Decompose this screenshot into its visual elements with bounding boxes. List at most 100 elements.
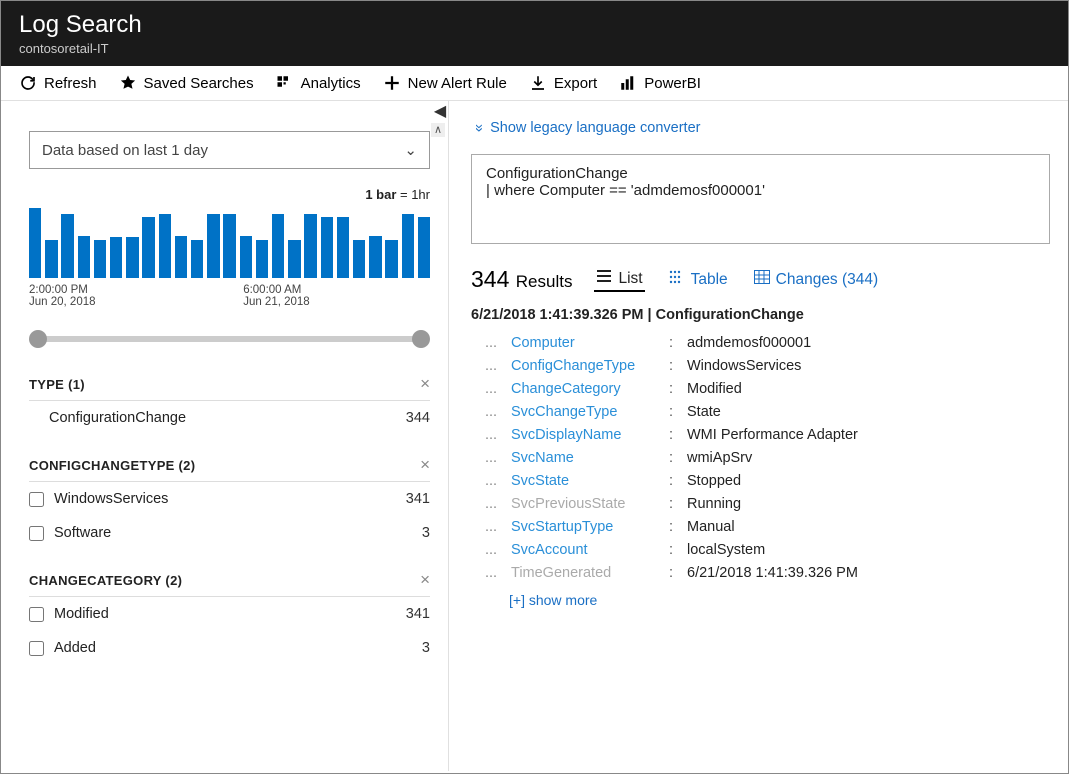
- property-key[interactable]: ConfigChangeType: [511, 358, 669, 374]
- histogram-bar[interactable]: [240, 236, 252, 278]
- property-row: ... SvcPreviousState : Running: [471, 492, 1050, 515]
- result-count: 344 Results: [471, 266, 572, 293]
- time-range-slider[interactable]: [29, 324, 430, 354]
- histogram-bar[interactable]: [175, 236, 187, 278]
- histogram-bar[interactable]: [369, 236, 381, 278]
- analytics-button[interactable]: Analytics: [276, 74, 361, 92]
- workspace-name: contosoretail-IT: [19, 41, 1050, 56]
- chart-xaxis: 2:00:00 PMJun 20, 2018 6:00:00 AMJun 21,…: [29, 284, 430, 308]
- export-button[interactable]: Export: [529, 74, 597, 92]
- facet-row[interactable]: Software 3: [29, 516, 430, 550]
- histogram-bar[interactable]: [418, 217, 430, 278]
- facet-row[interactable]: WindowsServices 341: [29, 482, 430, 516]
- property-key[interactable]: SvcDisplayName: [511, 427, 669, 443]
- property-key[interactable]: SvcChangeType: [511, 404, 669, 420]
- scroll-up-icon[interactable]: ∧: [431, 123, 445, 137]
- refresh-button[interactable]: Refresh: [19, 74, 97, 92]
- property-key[interactable]: Computer: [511, 335, 669, 351]
- header: Log Search contosoretail-IT: [1, 1, 1068, 66]
- time-range-dropdown[interactable]: Data based on last 1 day ⌄: [29, 131, 430, 169]
- property-key[interactable]: SvcName: [511, 450, 669, 466]
- ellipsis-icon[interactable]: ...: [471, 473, 511, 489]
- ellipsis-icon[interactable]: ...: [471, 542, 511, 558]
- property-row: ... SvcAccount : localSystem: [471, 538, 1050, 561]
- histogram-bar[interactable]: [256, 240, 268, 278]
- property-value: 6/21/2018 1:41:39.326 PM: [687, 565, 858, 581]
- main: ◀ ∧ Data based on last 1 day ⌄ 1 bar = 1…: [1, 101, 1068, 771]
- histogram-bar[interactable]: [159, 214, 171, 278]
- plus-icon: [383, 74, 401, 92]
- property-key[interactable]: ChangeCategory: [511, 381, 669, 397]
- histogram-bar[interactable]: [142, 217, 154, 278]
- histogram-bar[interactable]: [223, 214, 235, 278]
- property-key[interactable]: SvcStartupType: [511, 519, 669, 535]
- tab-changes[interactable]: Changes (344): [752, 268, 881, 291]
- saved-searches-button[interactable]: Saved Searches: [119, 74, 254, 92]
- facet-row[interactable]: Modified 341: [29, 597, 430, 631]
- close-icon[interactable]: ×: [420, 570, 430, 590]
- ellipsis-icon[interactable]: ...: [471, 565, 511, 581]
- histogram-bar[interactable]: [191, 240, 203, 278]
- ellipsis-icon[interactable]: ...: [471, 427, 511, 443]
- ellipsis-icon[interactable]: ...: [471, 358, 511, 374]
- collapse-left-icon[interactable]: ◀: [431, 101, 449, 121]
- histogram-bar[interactable]: [126, 237, 138, 278]
- facet-changecategory: CHANGECATEGORY (2) × Modified 341 Added …: [29, 570, 430, 665]
- ellipsis-icon[interactable]: ...: [471, 450, 511, 466]
- property-row: ... SvcDisplayName : WMI Performance Ada…: [471, 423, 1050, 446]
- histogram-bar[interactable]: [321, 217, 333, 278]
- property-row: ... ConfigChangeType : WindowsServices: [471, 354, 1050, 377]
- property-key[interactable]: SvcAccount: [511, 542, 669, 558]
- histogram-chart[interactable]: [29, 208, 430, 278]
- facet-checkbox[interactable]: [29, 607, 44, 622]
- facet-checkbox[interactable]: [29, 641, 44, 656]
- histogram-bar[interactable]: [61, 214, 73, 278]
- histogram-bar[interactable]: [29, 208, 41, 278]
- histogram-bar[interactable]: [337, 217, 349, 278]
- facet-checkbox[interactable]: [29, 492, 44, 507]
- double-chevron-down-icon: »: [471, 124, 487, 132]
- facet-row[interactable]: ConfigurationChange 344: [29, 401, 430, 435]
- property-value: State: [687, 404, 721, 420]
- show-more-link[interactable]: [+] show more: [509, 592, 1050, 608]
- property-value: Stopped: [687, 473, 741, 489]
- legacy-converter-link[interactable]: » Show legacy language converter: [475, 120, 700, 136]
- histogram-bar[interactable]: [94, 240, 106, 278]
- ellipsis-icon[interactable]: ...: [471, 381, 511, 397]
- toolbar: Refresh Saved Searches Analytics New Ale…: [1, 66, 1068, 101]
- histogram-bar[interactable]: [353, 240, 365, 278]
- histogram-bar[interactable]: [402, 214, 414, 278]
- property-row: ... SvcChangeType : State: [471, 400, 1050, 423]
- histogram-bar[interactable]: [110, 237, 122, 278]
- histogram-bar[interactable]: [304, 214, 316, 278]
- close-icon[interactable]: ×: [420, 374, 430, 394]
- result-item-title: 6/21/2018 1:41:39.326 PM | Configuration…: [471, 307, 1050, 323]
- histogram-bar[interactable]: [207, 214, 219, 278]
- histogram-bar[interactable]: [45, 240, 57, 278]
- page-title: Log Search: [19, 11, 1050, 39]
- facet-row[interactable]: Added 3: [29, 631, 430, 665]
- facet-checkbox[interactable]: [29, 526, 44, 541]
- ellipsis-icon[interactable]: ...: [471, 496, 511, 512]
- slider-handle-right[interactable]: [412, 330, 430, 348]
- tab-list[interactable]: List: [594, 267, 644, 292]
- powerbi-button[interactable]: PowerBI: [619, 74, 701, 92]
- ellipsis-icon[interactable]: ...: [471, 404, 511, 420]
- close-icon[interactable]: ×: [420, 455, 430, 475]
- histogram-bar[interactable]: [288, 240, 300, 278]
- histogram-bar[interactable]: [385, 240, 397, 278]
- analytics-icon: [276, 74, 294, 92]
- tab-table[interactable]: Table: [667, 268, 730, 291]
- property-key: TimeGenerated: [511, 565, 669, 581]
- slider-handle-left[interactable]: [29, 330, 47, 348]
- ellipsis-icon[interactable]: ...: [471, 335, 511, 351]
- facet-configchangetype: CONFIGCHANGETYPE (2) × WindowsServices 3…: [29, 455, 430, 550]
- query-input[interactable]: ConfigurationChange | where Computer == …: [471, 154, 1050, 244]
- new-alert-rule-button[interactable]: New Alert Rule: [383, 74, 507, 92]
- ellipsis-icon[interactable]: ...: [471, 519, 511, 535]
- histogram-bar[interactable]: [272, 214, 284, 278]
- right-pane: » Show legacy language converter Configu…: [449, 101, 1068, 771]
- property-key[interactable]: SvcState: [511, 473, 669, 489]
- histogram-bar[interactable]: [78, 236, 90, 278]
- star-icon: [119, 74, 137, 92]
